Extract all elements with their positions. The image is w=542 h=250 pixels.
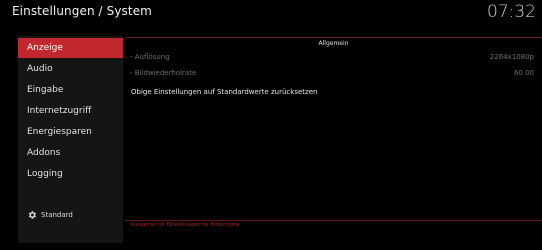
setting-row-resolution[interactable]: - Auflösung 2264x1080p bbox=[130, 51, 534, 63]
page-title: Einstellungen / System bbox=[12, 4, 152, 18]
sidebar-item-energiesparen[interactable]: Energiesparen bbox=[18, 122, 123, 142]
sidebar-item-audio[interactable]: Audio bbox=[18, 59, 123, 79]
sidebar: Anzeige Audio Eingabe Internetzugriff En… bbox=[18, 36, 123, 243]
sidebar-item-eingabe[interactable]: Eingabe bbox=[18, 80, 123, 100]
section-title: Allgemein bbox=[318, 40, 349, 47]
divider bbox=[125, 37, 542, 38]
sidebar-item-addons[interactable]: Addons bbox=[18, 143, 123, 163]
setting-row-refresh-rate[interactable]: - Bildwiederholrate 60.00 bbox=[130, 67, 534, 79]
settings-level-button[interactable]: Standard bbox=[27, 209, 73, 221]
setting-value: 60.00 bbox=[513, 69, 534, 77]
settings-level-label: Standard bbox=[41, 211, 73, 219]
gear-icon bbox=[27, 210, 37, 220]
sidebar-item-logging[interactable]: Logging bbox=[18, 164, 123, 184]
setting-label: - Auflösung bbox=[130, 53, 170, 61]
header: Einstellungen / System 07:32 bbox=[0, 0, 542, 32]
reset-defaults-button[interactable]: Obige Einstellungen auf Standardwerte zu… bbox=[131, 86, 317, 98]
setting-value: 2264x1080p bbox=[489, 53, 534, 61]
sidebar-item-anzeige[interactable]: Anzeige bbox=[18, 38, 123, 58]
footer-description: Kategorie mit Einstellungen für Bildschi… bbox=[131, 222, 240, 228]
setting-label: - Bildwiederholrate bbox=[130, 69, 197, 77]
sidebar-item-internetzugriff[interactable]: Internetzugriff bbox=[18, 101, 123, 121]
clock: 07:32 bbox=[487, 2, 536, 22]
